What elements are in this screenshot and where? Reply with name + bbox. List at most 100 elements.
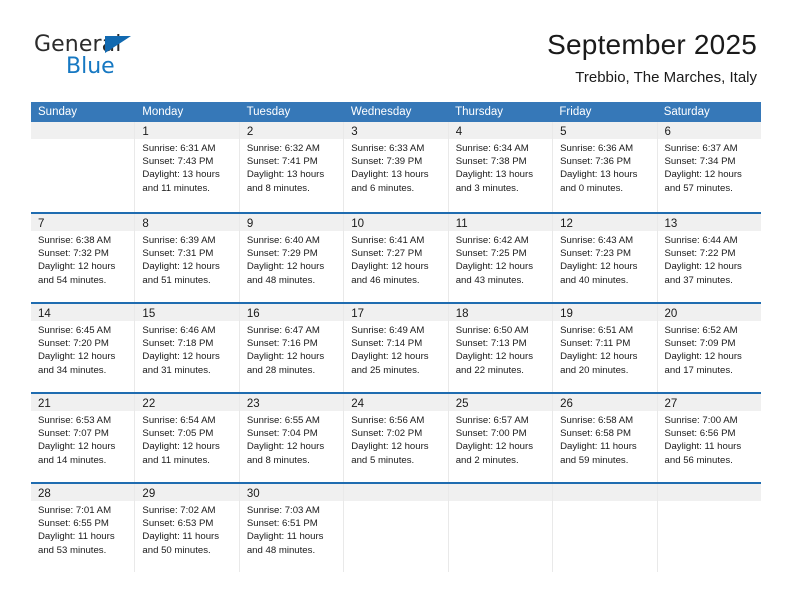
day-cell[interactable]: 29 Sunrise: 7:02 AM Sunset: 6:53 PM Dayligh… <box>135 484 240 572</box>
day-details: Sunrise: 6:51 AM Sunset: 7:11 PM Daylight:… <box>553 321 656 377</box>
day-number: 28 <box>38 488 51 500</box>
daylight-text-line1: Daylight: 12 hours <box>351 441 429 453</box>
daylight-text-line2: and 56 minutes. <box>664 454 733 466</box>
daylight-text-line2: and 22 minutes. <box>455 364 524 376</box>
weekday-header-row: Sunday Monday Tuesday Wednesday Thursday… <box>31 102 761 122</box>
day-cell[interactable]: 6 Sunrise: 6:37 AM Sunset: 7:34 PM Daylight… <box>657 122 761 212</box>
sunset-text: Sunset: 7:20 PM <box>38 338 109 350</box>
day-cell[interactable]: 26 Sunrise: 6:58 AM Sunset: 6:58 PM Dayligh… <box>553 394 658 482</box>
day-cell[interactable]: 12 Sunrise: 6:43 AM Sunset: 7:23 PM Dayligh… <box>553 214 658 302</box>
day-cell[interactable]: 2 Sunrise: 6:32 AM Sunset: 7:41 PM Daylight… <box>239 122 345 212</box>
day-number-band: 26 <box>553 394 657 411</box>
day-cell[interactable]: 5 Sunrise: 6:36 AM Sunset: 7:36 PM Daylight… <box>553 122 658 212</box>
sunrise-text: Sunrise: 6:58 AM <box>560 415 634 426</box>
day-cell[interactable]: 21 Sunrise: 6:53 AM Sunset: 7:07 PM Dayligh… <box>31 394 136 482</box>
day-number: 1 <box>142 126 149 138</box>
sunrise-text: Sunrise: 6:47 AM <box>246 325 320 336</box>
day-number-band: 27 <box>657 394 761 411</box>
sunset-text: Sunset: 7:09 PM <box>664 338 736 350</box>
day-details: Sunrise: 6:50 AM Sunset: 7:13 PM Daylight:… <box>449 321 552 377</box>
day-cell[interactable]: 13 Sunrise: 6:44 AM Sunset: 7:22 PM Dayligh… <box>657 214 761 302</box>
day-cell[interactable]: 10 Sunrise: 6:41 AM Sunset: 7:27 PM Dayligh… <box>344 214 449 302</box>
day-cell[interactable]: 4 Sunrise: 6:34 AM Sunset: 7:38 PM Daylight… <box>448 122 554 212</box>
day-cell-empty <box>657 484 761 572</box>
daylight-text-line1: Daylight: 12 hours <box>560 351 638 363</box>
week-row: 7 Sunrise: 6:38 AM Sunset: 7:32 PM Daylight… <box>31 212 761 302</box>
day-number: 10 <box>351 218 365 230</box>
day-cell[interactable]: 20 Sunrise: 6:52 AM Sunset: 7:09 PM Dayligh… <box>657 304 761 392</box>
brand-logo[interactable]: General Blue <box>34 32 234 82</box>
daylight-text-line2: and 54 minutes. <box>38 274 107 286</box>
day-cell[interactable]: 24 Sunrise: 6:56 AM Sunset: 7:02 PM Dayligh… <box>344 394 449 482</box>
sunrise-text: Sunrise: 6:38 AM <box>38 235 112 246</box>
day-details: Sunrise: 6:58 AM Sunset: 6:58 PM Daylight:… <box>553 411 656 467</box>
sunset-text: Sunset: 7:14 PM <box>351 338 423 350</box>
week-row: 14 Sunrise: 6:45 AM Sunset: 7:20 PM Dayligh… <box>31 302 761 392</box>
day-number-band: 13 <box>657 214 761 231</box>
week-row: 21 Sunrise: 6:53 AM Sunset: 7:07 PM Dayligh… <box>31 392 761 482</box>
day-number: 30 <box>246 488 260 500</box>
day-cell[interactable]: 1 Sunrise: 6:31 AM Sunset: 7:43 PM Daylight… <box>135 122 240 212</box>
day-cell[interactable]: 18 Sunrise: 6:50 AM Sunset: 7:13 PM Dayligh… <box>448 304 554 392</box>
sunset-text: Sunset: 7:25 PM <box>455 248 527 260</box>
weekday-header-tuesday: Tuesday <box>246 106 291 118</box>
sunrise-text: Sunrise: 6:51 AM <box>560 325 634 336</box>
day-number-band: 15 <box>135 304 239 321</box>
day-number: 7 <box>38 218 45 230</box>
day-cell[interactable]: 14 Sunrise: 6:45 AM Sunset: 7:20 PM Dayligh… <box>31 304 136 392</box>
daylight-text-line2: and 14 minutes. <box>38 454 107 466</box>
day-details: Sunrise: 6:52 AM Sunset: 7:09 PM Daylight:… <box>658 321 761 377</box>
daylight-text-line2: and 46 minutes. <box>351 274 420 286</box>
day-details: Sunrise: 6:39 AM Sunset: 7:31 PM Daylight:… <box>135 231 238 287</box>
week-row: 28 Sunrise: 7:01 AM Sunset: 6:55 PM Dayligh… <box>31 482 761 572</box>
sunset-text: Sunset: 7:23 PM <box>560 248 632 260</box>
day-cell[interactable]: 16 Sunrise: 6:47 AM Sunset: 7:16 PM Dayligh… <box>239 304 345 392</box>
day-cell[interactable]: 25 Sunrise: 6:57 AM Sunset: 7:00 PM Dayligh… <box>448 394 554 482</box>
daylight-text-line1: Daylight: 12 hours <box>142 441 220 453</box>
sunrise-text: Sunrise: 6:32 AM <box>246 143 320 154</box>
day-cell[interactable]: 15 Sunrise: 6:46 AM Sunset: 7:18 PM Dayligh… <box>135 304 240 392</box>
day-number: 3 <box>351 126 358 138</box>
day-number: 19 <box>560 308 573 320</box>
sunrise-text: Sunrise: 6:40 AM <box>246 235 320 246</box>
day-number-band: 18 <box>448 304 553 321</box>
sunrise-text: Sunrise: 7:02 AM <box>142 505 216 516</box>
day-details: Sunrise: 6:42 AM Sunset: 7:25 PM Daylight:… <box>449 231 552 287</box>
day-number-band: 3 <box>344 122 448 139</box>
day-number-band: 1 <box>135 122 239 139</box>
day-number: 4 <box>455 126 463 138</box>
day-details: Sunrise: 7:03 AM Sunset: 6:51 PM Daylight:… <box>240 501 343 557</box>
weekday-header-monday: Monday <box>142 106 184 118</box>
day-cell[interactable]: 27 Sunrise: 7:00 AM Sunset: 6:56 PM Dayligh… <box>657 394 761 482</box>
day-cell[interactable]: 11 Sunrise: 6:42 AM Sunset: 7:25 PM Dayligh… <box>448 214 554 302</box>
day-cell[interactable]: 7 Sunrise: 6:38 AM Sunset: 7:32 PM Daylight… <box>31 214 136 302</box>
sunset-text: Sunset: 7:27 PM <box>351 248 423 260</box>
day-number-band: 19 <box>553 304 657 321</box>
day-number-band: 20 <box>657 304 761 321</box>
day-number: 16 <box>246 308 260 320</box>
sunrise-text: Sunrise: 7:00 AM <box>664 415 738 426</box>
day-cell[interactable]: 28 Sunrise: 7:01 AM Sunset: 6:55 PM Dayligh… <box>31 484 136 572</box>
day-number-band: 17 <box>344 304 448 321</box>
weekday-header-saturday: Saturday <box>663 106 710 118</box>
sunset-text: Sunset: 7:02 PM <box>351 428 423 440</box>
day-cell[interactable]: 19 Sunrise: 6:51 AM Sunset: 7:11 PM Dayligh… <box>553 304 658 392</box>
day-details: Sunrise: 6:37 AM Sunset: 7:34 PM Daylight:… <box>658 139 761 195</box>
sunset-text: Sunset: 7:05 PM <box>142 428 214 440</box>
day-cell[interactable]: 9 Sunrise: 6:40 AM Sunset: 7:29 PM Daylight… <box>239 214 345 302</box>
sunrise-text: Sunrise: 7:01 AM <box>38 505 112 516</box>
day-cell[interactable]: 22 Sunrise: 6:54 AM Sunset: 7:05 PM Dayligh… <box>135 394 240 482</box>
day-cell[interactable]: 17 Sunrise: 6:49 AM Sunset: 7:14 PM Dayligh… <box>344 304 449 392</box>
day-cell[interactable]: 3 Sunrise: 6:33 AM Sunset: 7:39 PM Daylight… <box>344 122 449 212</box>
day-details: Sunrise: 6:49 AM Sunset: 7:14 PM Daylight:… <box>344 321 447 377</box>
day-cell[interactable]: 30 Sunrise: 7:03 AM Sunset: 6:51 PM Dayligh… <box>239 484 345 572</box>
day-cell[interactable]: 8 Sunrise: 6:39 AM Sunset: 7:31 PM Daylight… <box>135 214 240 302</box>
daylight-text-line2: and 59 minutes. <box>560 454 629 466</box>
day-number-band: 12 <box>553 214 657 231</box>
daylight-text-line1: Daylight: 12 hours <box>142 351 220 363</box>
day-cell[interactable]: 23 Sunrise: 6:55 AM Sunset: 7:04 PM Dayligh… <box>239 394 345 482</box>
daylight-text-line2: and 28 minutes. <box>246 364 316 376</box>
sunset-text: Sunset: 7:18 PM <box>142 338 214 350</box>
day-number: 18 <box>455 308 469 320</box>
daylight-text-line1: Daylight: 11 hours <box>142 531 220 543</box>
